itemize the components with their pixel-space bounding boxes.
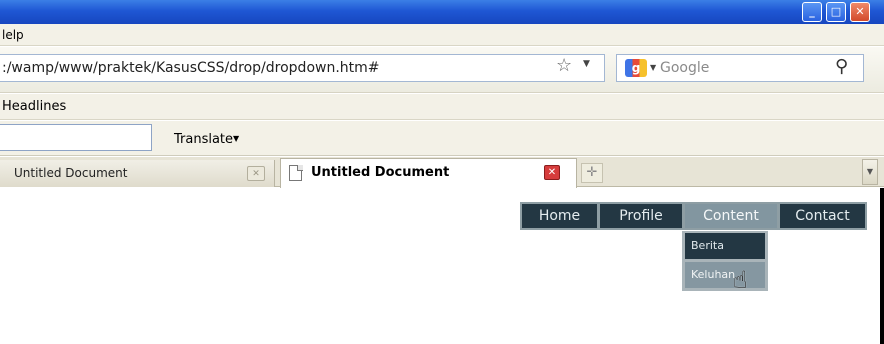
google-logo-icon[interactable]: g [625,59,647,77]
maximize-button[interactable]: □ [826,2,846,22]
page-nav-menu: Home Profile Content Contact [520,202,867,230]
minimize-button[interactable]: _ [802,2,822,22]
magnifier-icon[interactable]: ⚲ [835,56,848,77]
submenu-item-berita[interactable]: Berita [685,233,765,259]
nav-item-home[interactable]: Home [522,204,597,228]
address-bar-url: :/wamp/www/praktek/KasusCSS/drop/dropdow… [2,60,380,76]
hand-cursor-icon: ☝ [733,266,748,294]
tab-label: Untitled Document [311,165,450,180]
navigation-toolbar: :/wamp/www/praktek/KasusCSS/drop/dropdow… [0,47,884,93]
bookmark-headlines[interactable]: Headlines [2,99,66,114]
tab-close-icon[interactable]: ✕ [247,166,265,181]
bookmarks-toolbar: Headlines [0,94,884,120]
search-engine-dropdown-icon[interactable]: ▼ [650,63,656,72]
nav-item-profile[interactable]: Profile [600,204,682,228]
content-submenu: Berita Keluhan [682,231,768,291]
close-window-button[interactable]: ✕ [850,2,870,22]
tab-close-icon[interactable]: ✕ [544,165,560,180]
search-placeholder: Google [660,60,710,76]
tab-untitled-document-2[interactable]: Untitled Document ✕ [280,158,577,188]
google-toolbar: Translate▼ [0,121,884,156]
window-title-bar: _ □ ✕ [0,0,884,24]
new-tab-icon[interactable]: ✛ [581,163,603,183]
tab-untitled-document-1[interactable]: Untitled Document ✕ [0,160,275,187]
menu-bar: lelp [0,24,884,46]
address-bar[interactable]: :/wamp/www/praktek/KasusCSS/drop/dropdow… [0,54,605,82]
translate-button[interactable]: Translate▼ [174,121,239,157]
nav-item-contact[interactable]: Contact [780,204,865,228]
document-icon [289,165,303,181]
tab-label: Untitled Document [14,166,128,180]
nav-item-content[interactable]: Content [685,204,777,228]
submenu-item-keluhan[interactable]: Keluhan [685,262,765,288]
toolbar-search-input[interactable] [0,124,152,151]
translate-label: Translate [174,132,234,147]
menu-help[interactable]: lelp [2,28,24,42]
tab-list-dropdown-icon[interactable]: ▼ [862,159,878,185]
translate-dropdown-icon: ▼ [233,134,240,143]
window-right-edge [880,188,884,344]
tab-bar: Untitled Document ✕ Untitled Document ✕ … [0,157,884,188]
search-box[interactable]: g ▼ Google ⚲ [616,54,864,82]
star-icon[interactable]: ☆ [556,55,572,76]
url-history-dropdown-icon[interactable]: ▼ [583,59,590,69]
